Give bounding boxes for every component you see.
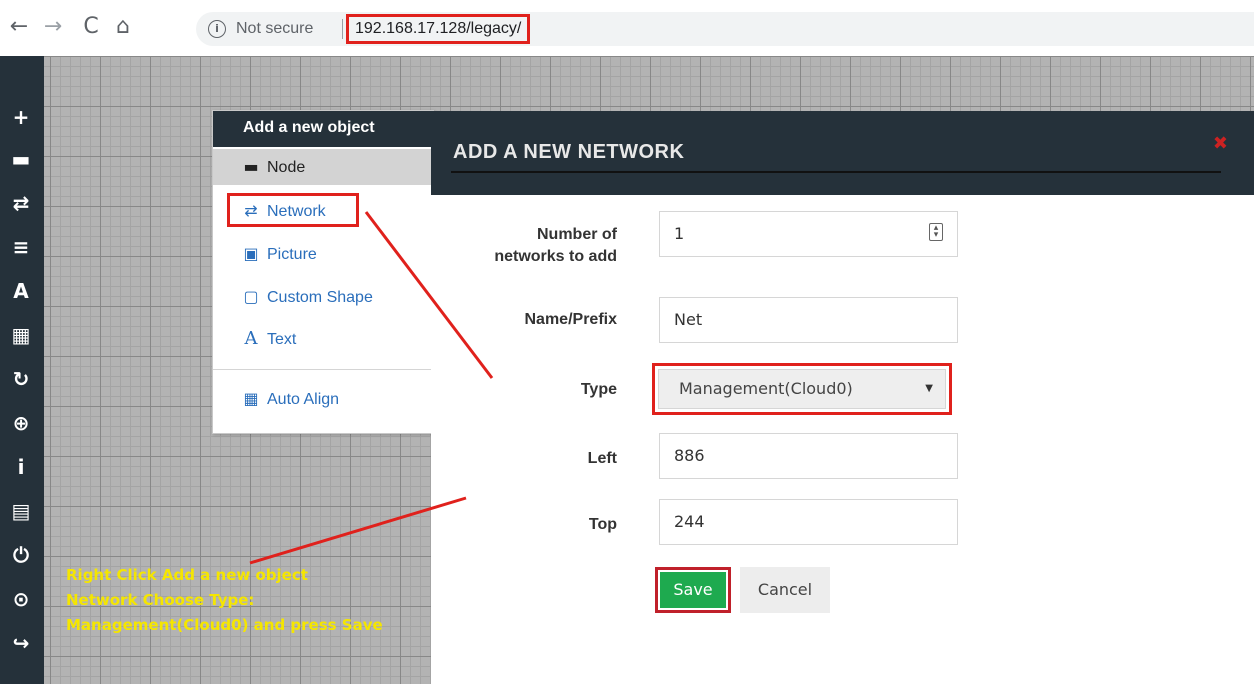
caret-down-icon: ▼ [925,383,933,394]
left-input[interactable]: 886 [659,433,958,479]
add-object-context-menu: Add a new object ▬ Node ⇄ Network ▣ Picture… [212,110,434,434]
top-input[interactable]: 244 [659,499,958,545]
menu-item-node[interactable]: ▬ Node [213,149,433,185]
address-separator [342,19,343,39]
menu-item-text[interactable]: A Text [213,321,433,357]
annotation-line-2: Network Choose Type: [66,591,255,609]
browser-toolbar: ← → C ⌂ i Not secure 192.168.17.128/lega… [0,0,1254,56]
add-icon[interactable]: + [8,104,34,130]
save-button[interactable]: Save [660,572,726,608]
annotation-line-3: Management(Cloud0) and press Save [66,616,383,634]
menu-item-label: Auto Align [267,391,340,408]
grid-icon: ▦ [243,389,259,408]
network-count-input[interactable]: 1 [659,211,958,257]
name-prefix-label: Name/Prefix [524,311,618,328]
count-label: Number of networks to add [494,226,617,265]
network-highlight-box [227,193,359,227]
info-icon[interactable]: i [208,20,226,38]
close-icon[interactable]: ✖ [1213,133,1228,154]
menu-item-custom-shape[interactable]: ▢ Custom Shape [213,279,433,315]
check-icon[interactable]: ⊙ [8,586,34,612]
reload-icon[interactable]: C [78,14,104,40]
back-arrow-icon[interactable]: ← [6,14,32,40]
menu-item-label: Node [267,159,306,176]
address-bar[interactable]: i Not secure 192.168.17.128/legacy/ [196,12,1254,46]
save-button-highlight: Save [655,567,731,613]
menu-item-label: Text [267,331,297,348]
picture-icon: ▣ [243,244,259,263]
type-label: Type [580,381,617,398]
menu-divider [213,369,433,370]
name-prefix-input[interactable]: Net [659,297,958,343]
power-icon[interactable]: ⏻ [8,542,34,568]
menu-item-label: Custom Shape [267,289,373,306]
type-value: Management(Cloud0) [679,379,853,398]
table-icon[interactable]: ▤ [8,498,34,524]
node-icon[interactable]: ▬ [8,146,34,172]
context-menu-title: Add a new object [213,111,433,147]
menu-item-picture[interactable]: ▣ Picture [213,236,433,272]
text-icon: A [244,328,258,349]
security-indicator[interactable]: Not secure [236,20,313,38]
title-underline [451,171,1221,173]
forward-arrow-icon[interactable]: → [40,14,66,40]
cancel-button[interactable]: Cancel [740,567,830,613]
url-text[interactable]: 192.168.17.128/legacy/ [346,14,531,44]
left-sidebar: + ▬ ⇄ ≡ A ▦ ↻ ⊕ i ▤ ⏻ ⊙ ↪ [0,56,44,684]
list-icon[interactable]: ≡ [8,234,34,260]
menu-item-label: Picture [267,246,317,263]
annotation-line-1: Right Click Add a new object [66,566,308,584]
grid-icon[interactable]: ▦ [8,322,34,348]
add-network-dialog: ADD A NEW NETWORK ✖ Number of networks t… [431,111,1254,684]
dialog-title: ADD A NEW NETWORK [453,141,685,163]
refresh-icon[interactable]: ↻ [8,366,34,392]
spinner-icon[interactable]: ▴ ▾ [929,223,943,241]
node-icon: ▬ [243,157,259,176]
type-select[interactable]: Management(Cloud0) ▼ [652,363,952,415]
logout-icon[interactable]: ↪ [8,630,34,656]
zoom-icon[interactable]: ⊕ [8,410,34,436]
menu-item-auto-align[interactable]: ▦ Auto Align [213,381,433,417]
top-label: Top [588,516,617,533]
type-select-value[interactable]: Management(Cloud0) ▼ [658,369,946,409]
left-label: Left [587,450,617,467]
home-icon[interactable]: ⌂ [110,14,136,40]
text-icon[interactable]: A [8,278,34,304]
square-icon: ▢ [243,287,259,306]
info-icon[interactable]: i [8,454,34,480]
dialog-header: ADD A NEW NETWORK ✖ [431,111,1254,195]
network-icon[interactable]: ⇄ [8,190,34,216]
